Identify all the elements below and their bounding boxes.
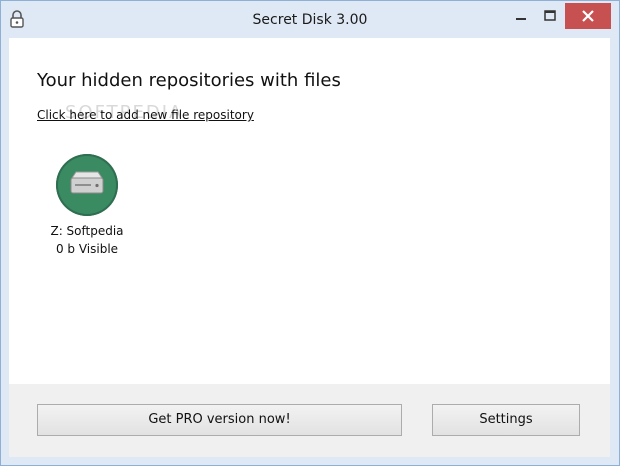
add-repository-link[interactable]: Click here to add new file repository	[37, 108, 254, 122]
title-bar[interactable]: Secret Disk 3.00	[1, 1, 619, 38]
repository-panel: SOFTPEDIA Your hidden repositories with …	[9, 38, 610, 384]
close-button[interactable]	[565, 3, 611, 29]
hard-drive-icon	[70, 171, 104, 194]
maximize-icon	[544, 10, 556, 21]
close-icon	[582, 10, 594, 22]
footer-bar: Get PRO version now! Settings	[9, 384, 610, 457]
page-title: Your hidden repositories with files	[37, 70, 341, 91]
maximize-button[interactable]	[536, 3, 564, 29]
repository-status: 0 b Visible	[55, 242, 119, 256]
settings-button[interactable]: Settings	[432, 404, 580, 436]
app-window: Secret Disk 3.00 SOFTPEDIA Your hidden r…	[0, 0, 620, 466]
repository-disk-button[interactable]	[56, 154, 118, 216]
minimize-icon	[516, 18, 526, 20]
get-pro-button[interactable]: Get PRO version now!	[37, 404, 402, 436]
repository-name: Z: Softpedia	[50, 224, 124, 238]
minimize-button[interactable]	[507, 3, 535, 29]
